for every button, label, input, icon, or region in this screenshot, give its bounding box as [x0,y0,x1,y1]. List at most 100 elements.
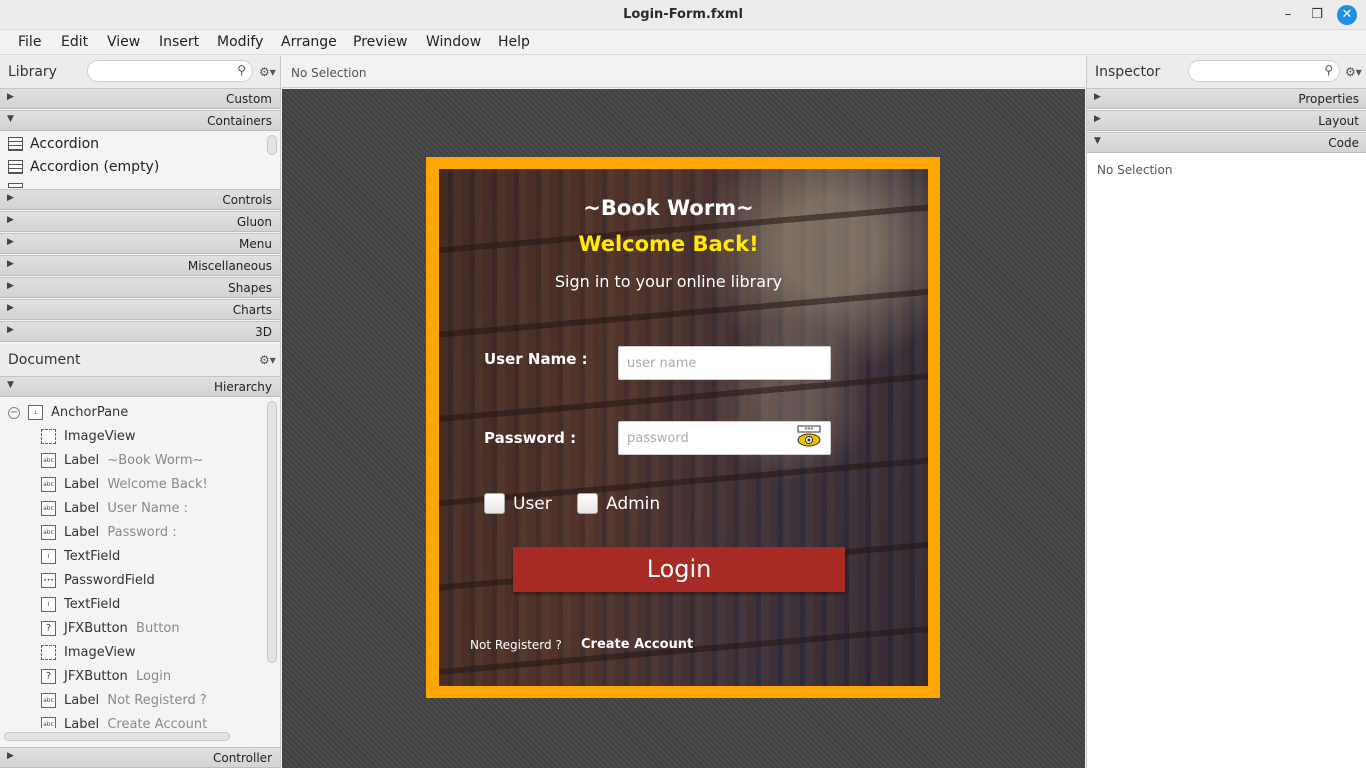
section-label: Properties [1298,92,1359,106]
textfield-icon: I [41,597,56,612]
section-charts[interactable]: ▶ Charts [0,299,280,320]
section-gluon[interactable]: ▶ Gluon [0,211,280,232]
label-icon: abc [41,717,56,728]
section-label: Gluon [236,215,272,229]
tree-row[interactable]: abc Label Welcome Back! [0,473,265,497]
login-button[interactable]: Login [513,547,845,592]
library-item-accordion-empty[interactable]: Accordion (empty) [0,156,265,179]
expand-arrow-icon: ▶ [7,281,14,291]
label-icon: abc [41,525,56,540]
admin-checkbox[interactable] [577,493,598,514]
tree-row[interactable]: abc Label Password : [0,521,265,545]
gear-icon[interactable]: ⚙▾ [259,353,276,367]
tree-row[interactable]: I TextField [0,545,265,569]
node-type: JFXButton [64,621,128,636]
tree-row[interactable]: abc Label ~Book Worm~ [0,449,265,473]
menu-window[interactable]: Window [426,34,481,50]
close-icon[interactable]: ✕ [1337,5,1357,25]
section-label: Code [1328,136,1359,150]
section-label: Menu [239,237,272,251]
section-properties[interactable]: ▶ Properties [1087,88,1366,109]
menu-insert[interactable]: Insert [159,34,199,50]
label-icon: abc [41,501,56,516]
node-detail: Create Account [107,717,208,728]
tree-row[interactable]: abc Label User Name : [0,497,265,521]
minimize-icon[interactable]: – [1278,5,1298,25]
inspector-search-input[interactable]: ⚲ [1188,60,1340,82]
anchorpane-icon [8,183,23,188]
maximize-icon[interactable]: ❐ [1307,5,1327,25]
tree-row[interactable]: ••• PasswordField [0,569,265,593]
library-item-accordion[interactable]: Accordion [0,133,265,156]
section-3d[interactable]: ▶ 3D [0,321,280,342]
node-type: Label [64,453,100,468]
tree-row[interactable]: − ⊥ AnchorPane [0,401,265,425]
subtitle: Sign in to your online library [554,272,783,291]
tree-row[interactable]: abc Label Create Account [0,713,265,728]
collapse-icon[interactable]: − [8,407,20,419]
library-item-partial[interactable] [0,179,265,188]
tree-row[interactable]: ? JFXButton Login [0,665,265,689]
node-type: Label [64,693,100,708]
username-label: User Name : [484,350,588,368]
hierarchy-hscrollbar[interactable] [4,732,230,741]
node-type: Label [64,525,100,540]
editor-header: No Selection [282,56,1085,88]
section-hierarchy[interactable]: ▼ Hierarchy [0,376,280,397]
document-title: Document [8,352,81,368]
window-title: Login-Form.fxml [623,7,743,22]
library-title: Library [8,64,57,80]
tree-row[interactable]: ImageView [0,425,265,449]
tree-row[interactable]: ImageView [0,641,265,665]
list-item-label: Accordion [30,136,100,152]
tree-label: ImageView [64,429,136,444]
create-account-link[interactable]: Create Account [581,637,693,652]
tree-row[interactable]: I TextField [0,593,265,617]
node-type: JFXButton [64,669,128,684]
section-layout[interactable]: ▶ Layout [1087,110,1366,131]
menu-bar: File Edit View Insert Modify Arrange Pre… [0,30,1366,55]
search-icon: ⚲ [237,63,246,77]
library-search-input[interactable]: ⚲ [87,60,253,82]
user-checkbox[interactable] [484,493,505,514]
tree-label: PasswordField [64,573,155,588]
node-detail: Button [136,621,180,636]
node-type: Label [64,477,100,492]
search-icon: ⚲ [1324,63,1333,77]
section-label: Custom [226,92,272,106]
show-password-eye-icon[interactable]: *** [796,425,822,449]
tree-row[interactable]: abc Label Not Registerd ? [0,689,265,713]
button-icon: ? [41,669,56,684]
section-containers[interactable]: ▼ Containers [0,110,280,131]
tree-row[interactable]: ? JFXButton Button [0,617,265,641]
library-scrollbar[interactable] [267,135,277,155]
section-miscellaneous[interactable]: ▶ Miscellaneous [0,255,280,276]
menu-edit[interactable]: Edit [61,34,88,50]
section-controls[interactable]: ▶ Controls [0,189,280,210]
section-code[interactable]: ▼ Code [1087,132,1366,153]
tree-label: TextField [64,549,121,564]
list-item-label: Accordion (empty) [30,159,160,175]
section-menu[interactable]: ▶ Menu [0,233,280,254]
menu-modify[interactable]: Modify [217,34,263,50]
inspector-panel: Inspector ⚲ ⚙▾ ▶ Properties ▶ Layout ▼ C… [1086,56,1366,768]
menu-help[interactable]: Help [498,34,530,50]
label-icon: abc [41,453,56,468]
gear-icon[interactable]: ⚙▾ [259,65,276,79]
menu-arrange[interactable]: Arrange [281,34,337,50]
hierarchy-scrollbar[interactable] [267,401,277,663]
menu-file[interactable]: File [18,34,41,50]
tree-label: AnchorPane [51,405,129,420]
gear-icon[interactable]: ⚙▾ [1345,65,1362,79]
section-custom[interactable]: ▶ Custom [0,88,280,109]
section-controller[interactable]: ▶ Controller [0,747,280,768]
not-registered-label: Not Registerd ? [470,638,562,652]
menu-preview[interactable]: Preview [353,34,408,50]
menu-view[interactable]: View [107,34,140,50]
expand-arrow-icon: ▶ [7,92,14,102]
expand-arrow-icon: ▶ [1094,114,1101,124]
inspector-header: Inspector ⚲ ⚙▾ [1087,56,1366,88]
username-input[interactable]: user name [618,346,831,380]
library-header: Library ⚲ ⚙▾ [0,56,280,88]
section-shapes[interactable]: ▶ Shapes [0,277,280,298]
